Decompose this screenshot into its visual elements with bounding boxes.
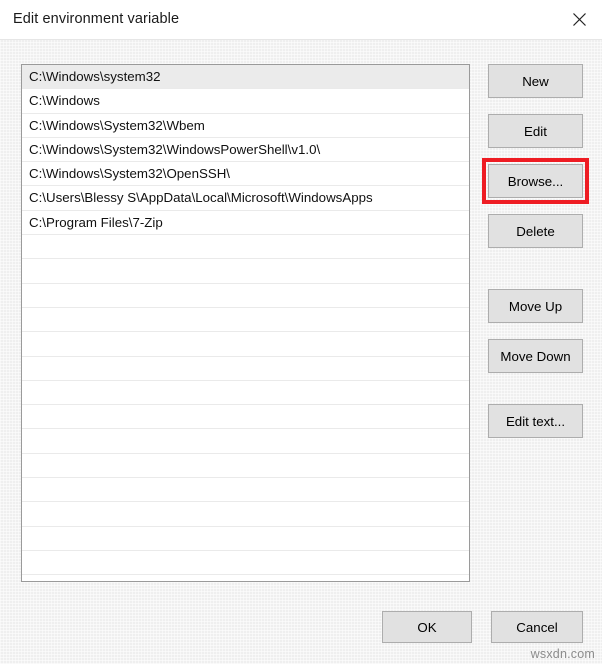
path-listbox[interactable]: C:\Windows\system32 C:\Windows C:\Window… [21,64,470,582]
move-down-button[interactable]: Move Down [488,339,583,373]
edit-button[interactable]: Edit [488,114,583,148]
list-item[interactable]: C:\Windows\System32\Wbem [22,114,469,138]
delete-button[interactable]: Delete [488,214,583,248]
edit-text-button[interactable]: Edit text... [488,404,583,438]
move-up-button[interactable]: Move Up [488,289,583,323]
list-item-empty[interactable] [22,551,469,576]
list-item-empty[interactable] [22,405,469,430]
ok-button[interactable]: OK [382,611,472,643]
list-item-empty[interactable] [22,502,469,527]
list-item-empty[interactable] [22,308,469,333]
list-item-empty[interactable] [22,381,469,406]
list-item[interactable]: C:\Windows [22,89,469,114]
edit-environment-variable-dialog: Edit environment variable C:\Windows\sys… [0,0,602,664]
list-item-empty[interactable] [22,259,469,284]
close-icon[interactable] [556,0,602,39]
list-item-empty[interactable] [22,357,469,381]
list-item[interactable]: C:\Windows\System32\OpenSSH\ [22,162,469,187]
list-item-empty[interactable] [22,284,469,308]
list-item-empty[interactable] [22,332,469,357]
list-item-empty[interactable] [22,454,469,479]
list-item[interactable]: C:\Windows\system32 [22,65,469,90]
watermark: wsxdn.com [530,647,595,661]
list-item[interactable]: C:\Program Files\7-Zip [22,211,469,236]
new-button[interactable]: New [488,64,583,98]
list-item-empty[interactable] [22,478,469,503]
window-title: Edit environment variable [13,11,180,27]
cancel-button[interactable]: Cancel [491,611,583,643]
list-item-empty[interactable] [22,235,469,260]
title-bar: Edit environment variable [0,0,602,40]
browse-button[interactable]: Browse... [488,164,583,198]
list-item-empty[interactable] [22,527,469,551]
list-item-empty[interactable] [22,429,469,454]
list-item[interactable]: C:\Windows\System32\WindowsPowerShell\v1… [22,138,469,163]
list-item[interactable]: C:\Users\Blessy S\AppData\Local\Microsof… [22,186,469,211]
